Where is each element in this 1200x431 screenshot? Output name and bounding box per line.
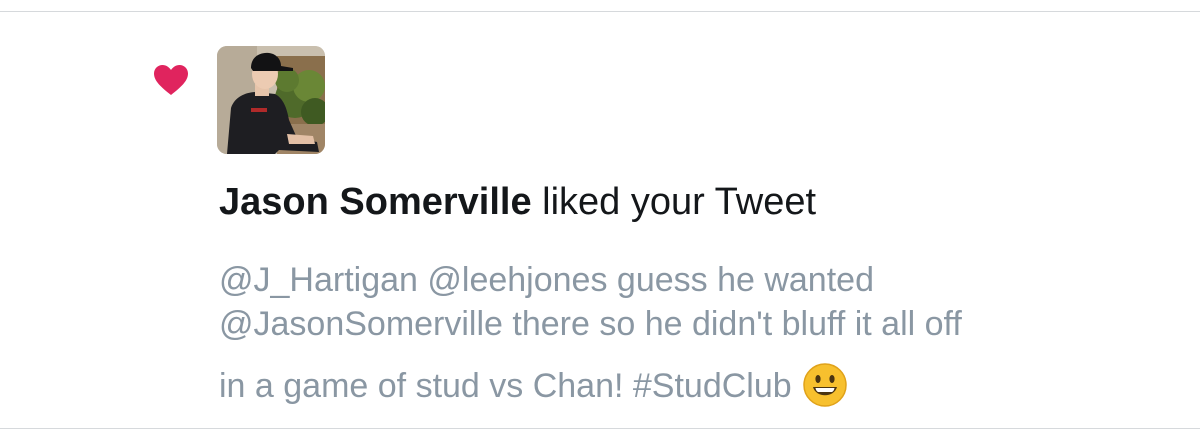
heart-icon: [153, 64, 189, 96]
tweet-line-3-text: in a game of stud vs Chan! #StudClub: [219, 367, 792, 405]
notification-headline: Jason Somerville liked your Tweet: [219, 180, 816, 224]
action-text: liked your Tweet: [531, 181, 817, 223]
grinning-face-emoji-icon: [802, 362, 848, 408]
tweet-line-2: @JasonSomerville there so he didn't bluf…: [219, 305, 962, 343]
bottom-divider: [0, 428, 1200, 429]
actor-name[interactable]: Jason Somerville: [219, 181, 532, 223]
tweet-line-3: in a game of stud vs Chan! #StudClub: [219, 362, 848, 408]
avatar[interactable]: [217, 46, 325, 154]
tweet-line-1: @J_Hartigan @leehjones guess he wanted: [219, 261, 874, 299]
like-notification[interactable]: Jason Somerville liked your Tweet @J_Har…: [0, 12, 1200, 428]
